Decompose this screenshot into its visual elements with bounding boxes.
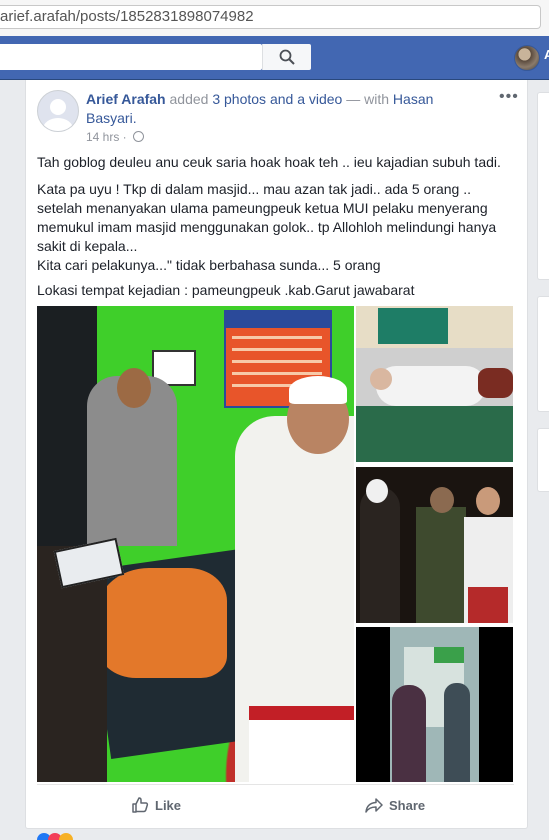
more-options-icon[interactable]: ••• [499, 88, 519, 106]
photo-shape [430, 487, 454, 513]
post-text-line: sakit di kepala... [37, 238, 138, 254]
post-text-line: Tah goblog deuleu anu ceuk saria hoak ho… [37, 154, 501, 170]
photo-shape [366, 479, 388, 503]
photo-shape [360, 487, 400, 623]
profile-avatar[interactable] [514, 45, 540, 71]
photo-shape [370, 368, 392, 390]
share-icon [365, 798, 383, 813]
post-text-line: setelah menanyakan ulama pameungpeuk ket… [37, 200, 488, 216]
photo-shape [376, 366, 486, 406]
photo-shape [468, 587, 508, 623]
photo-shape [444, 683, 470, 782]
browser-address-bar: arief.arafah/posts/1852831898074982 [0, 0, 549, 37]
search-button[interactable] [262, 44, 311, 70]
photo-shape [117, 368, 151, 408]
facebook-header: A [0, 36, 549, 80]
photo-shape [226, 312, 330, 328]
post-text-line: Kata pa uyu ! Tkp di dalam masjid... mau… [37, 181, 471, 197]
photo-shape [289, 376, 347, 404]
with-label: — with [346, 91, 390, 107]
like-label: Like [155, 798, 182, 813]
avatar-placeholder-body [43, 118, 73, 131]
post-meta: 14 hrs · [86, 130, 145, 144]
headline-period: . [132, 110, 137, 126]
photo-shape [249, 706, 354, 782]
right-column-panel [537, 92, 549, 280]
photo-shape [232, 348, 322, 351]
search-input[interactable] [0, 44, 262, 70]
photo-shape [232, 336, 322, 339]
share-button[interactable]: Share [365, 796, 425, 814]
author-name[interactable]: Arief Arafah [86, 91, 166, 107]
post-photo-3[interactable] [356, 467, 513, 623]
globe-icon[interactable] [133, 131, 145, 142]
right-column-panel [537, 296, 549, 412]
photo-shape [232, 360, 322, 363]
reactions-summary[interactable] [37, 833, 237, 840]
attachments-link[interactable]: 3 photos and a video [212, 91, 342, 107]
photo-shape [416, 507, 466, 623]
thumbs-up-icon [132, 797, 149, 813]
photo-shape [476, 487, 500, 515]
post-video-thumbnail[interactable] [356, 627, 513, 782]
post-text-line: memukul imam masjid menggunakan golok.. … [37, 219, 497, 235]
photo-shape [232, 372, 322, 375]
photo-shape [356, 406, 513, 462]
photo-shape [478, 368, 513, 398]
post-action-bar: Like Share [37, 784, 514, 823]
avatar-placeholder-head [50, 99, 66, 115]
photo-shape [378, 308, 448, 344]
post-photo-2[interactable] [356, 306, 513, 462]
photo-shape [434, 647, 464, 663]
search-icon [279, 49, 295, 65]
post-timestamp[interactable]: 14 hrs · [86, 130, 127, 144]
wow-reaction-icon [59, 833, 73, 840]
post-text-line: Kita cari pelakunya..." tidak berbahasa … [37, 257, 381, 273]
like-button[interactable]: Like [131, 796, 181, 814]
share-label: Share [389, 798, 426, 813]
right-column-panel [537, 428, 549, 492]
post-text-line: Lokasi tempat kejadian : pameungpeuk .ka… [37, 282, 415, 298]
post-action: added [169, 91, 209, 107]
url-field[interactable]: arief.arafah/posts/1852831898074982 [0, 5, 541, 29]
post-photo-main[interactable] [37, 306, 354, 782]
profile-name[interactable]: A [544, 47, 549, 62]
photo-shape [97, 568, 227, 678]
photo-shape [392, 685, 426, 782]
post-headline: Arief Arafah added 3 photos and a video … [86, 90, 476, 128]
author-avatar[interactable] [37, 90, 79, 132]
